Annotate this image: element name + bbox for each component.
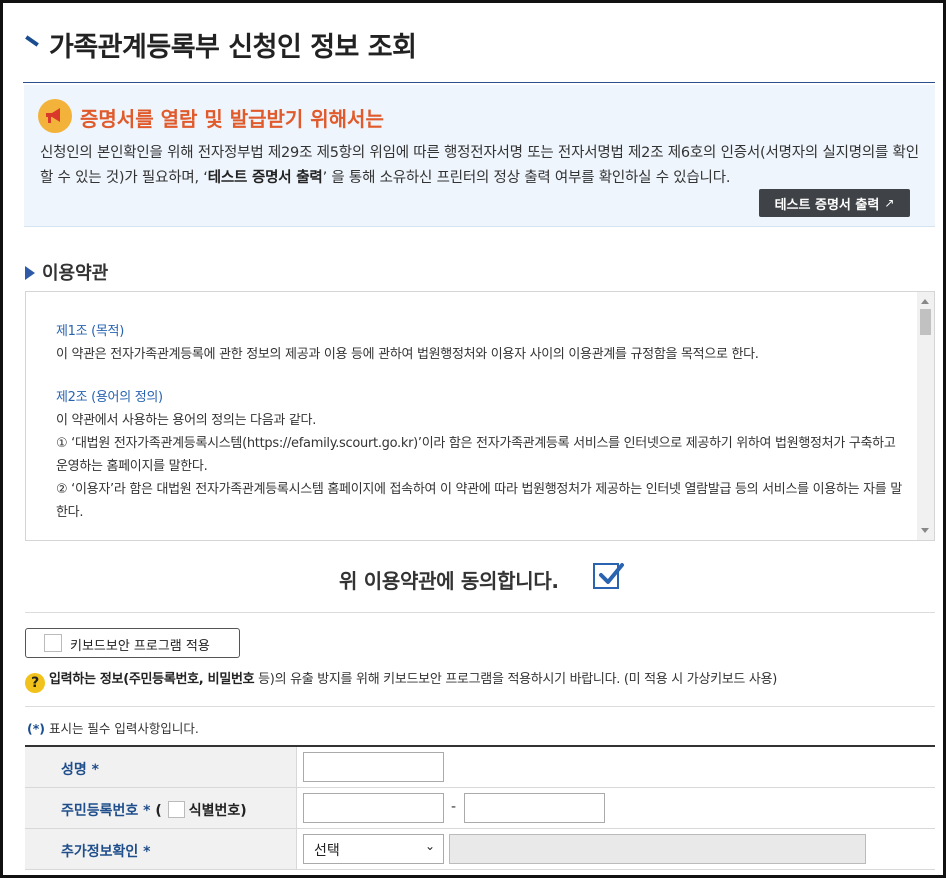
- article2-title: 제2조 (용어의 정의): [56, 390, 163, 405]
- agree-label: 위 이용약관에 동의합니다.: [339, 569, 559, 593]
- article2-item2: ② ‘이용자’라 함은 대법원 전자가족관계등록시스템 홈페이지에 접속하여 이…: [56, 482, 902, 520]
- external-link-icon: ↗: [884, 196, 895, 210]
- question-icon: ?: [25, 673, 45, 693]
- page-title: 가족관계등록부 신청인 정보 조회: [49, 32, 417, 63]
- notice-panel: 증명서를 열람 및 발급받기 위해서는 신청인의 본인확인을 위해 전자정부법 …: [24, 85, 935, 227]
- notice-heading: 증명서를 열람 및 발급받기 위해서는: [80, 107, 384, 131]
- required-star: *: [91, 762, 99, 778]
- terms-scrollbar[interactable]: [917, 292, 934, 540]
- title-divider: [23, 82, 935, 83]
- article1-title: 제1조 (목적): [56, 324, 124, 339]
- extra-info-select[interactable]: 선택 ⌄: [303, 834, 444, 864]
- required-star: *: [143, 844, 151, 860]
- terms-section-label: 이용약관: [42, 263, 109, 284]
- extra-label: 추가정보확인: [61, 844, 139, 860]
- test-print-label: 테스트 증명서 출력: [774, 197, 880, 213]
- agree-row: 위 이용약관에 동의합니다.: [3, 559, 943, 595]
- extra-select-value: 선택: [314, 843, 340, 859]
- name-label-cell: 성명 *: [25, 747, 297, 787]
- required-star: (*): [27, 721, 45, 736]
- required-note: (*) 표시는 필수 입력사항입니다.: [27, 718, 199, 737]
- name-input[interactable]: [303, 752, 444, 782]
- rrn-close-paren: ): [240, 803, 247, 819]
- megaphone-icon: [38, 99, 72, 133]
- rrn-open-paren: (: [155, 803, 162, 819]
- article1-text: 이 약관은 전자가족관계등록에 관한 정보의 제공과 이용 등에 관하여 법원행…: [56, 347, 759, 362]
- test-print-button[interactable]: 테스트 증명서 출력 ↗: [759, 189, 910, 217]
- keyboard-help-text: ? 입력하는 정보(주민등록번호, 비밀번호 등)의 유출 방지를 위해 키보드보…: [25, 668, 777, 693]
- scroll-thumb[interactable]: [920, 309, 931, 335]
- page-frame: 가족관계등록부 신청인 정보 조회 증명서를 열람 및 발급받기 위해서는 신청…: [0, 0, 946, 878]
- notice-body-bold: 테스트 증명서 출력: [207, 170, 323, 186]
- rrn-label: 주민등록번호: [61, 803, 139, 819]
- article2-intro: 이 약관에서 사용하는 용어의 정의는 다음과 같다.: [56, 413, 317, 428]
- scroll-up-icon[interactable]: [921, 299, 929, 304]
- title-marker-icon: [25, 35, 39, 47]
- id-number-checkbox[interactable]: [167, 801, 185, 818]
- keyboard-security-label: 키보드보안 프로그램 적용: [70, 639, 210, 654]
- triangle-bullet-icon: [25, 266, 35, 280]
- help-bold-lead: 입력하는 정보: [49, 672, 124, 687]
- chevron-down-icon: ⌄: [424, 839, 435, 853]
- extra-info-input: [449, 834, 866, 864]
- scroll-down-icon[interactable]: [921, 528, 929, 533]
- divider: [25, 706, 935, 707]
- applicant-form-table: 성명 * 주민등록번호 * ( 식별번호) - 추가정보확인 * 선택 ⌄: [25, 745, 935, 870]
- help-suffix: 등)의 유출 방지를 위해 키보드보안 프로그램을 적용하시기 바랍니다. (미…: [254, 672, 778, 687]
- rrn-dash: -: [451, 799, 457, 815]
- terms-content: 제1조 (목적) 이 약관은 전자가족관계등록에 관한 정보의 제공과 이용 등…: [56, 320, 906, 524]
- help-bold: 주민등록번호, 비밀번호: [128, 672, 255, 687]
- id-number-label: 식별번호: [188, 803, 241, 819]
- rrn-label-cell: 주민등록번호 * ( 식별번호): [25, 788, 297, 828]
- form-row-name: 성명 *: [25, 747, 935, 788]
- required-note-text: 표시는 필수 입력사항입니다.: [44, 721, 199, 736]
- notice-body-text-2: ’ 을 통해 소유하신 프린터의 정상 출력 여부를 확인하실 수 있습니다.: [322, 170, 731, 186]
- divider: [25, 612, 935, 613]
- keyboard-security-checkbox[interactable]: [44, 634, 62, 652]
- terms-section-title: 이용약관: [25, 259, 108, 285]
- checkmark-icon: [599, 563, 624, 584]
- keyboard-security-button[interactable]: 키보드보안 프로그램 적용: [25, 628, 240, 658]
- rrn-front-input[interactable]: [303, 793, 444, 823]
- form-row-rrn: 주민등록번호 * ( 식별번호) -: [25, 788, 935, 829]
- required-star: *: [143, 803, 151, 819]
- article2-item1: ① ‘대법원 전자가족관계등록시스템(https://efamily.scour…: [56, 436, 896, 474]
- notice-body: 신청인의 본인확인을 위해 전자정부법 제29조 제5항의 위임에 따른 행정전…: [40, 141, 924, 191]
- agree-checkbox[interactable]: [593, 563, 624, 589]
- name-label: 성명: [61, 762, 87, 778]
- rrn-back-input[interactable]: [464, 793, 605, 823]
- terms-scrollbox[interactable]: 제1조 (목적) 이 약관은 전자가족관계등록에 관한 정보의 제공과 이용 등…: [25, 291, 935, 541]
- extra-label-cell: 추가정보확인 *: [25, 829, 297, 869]
- form-row-extra: 추가정보확인 * 선택 ⌄: [25, 829, 935, 870]
